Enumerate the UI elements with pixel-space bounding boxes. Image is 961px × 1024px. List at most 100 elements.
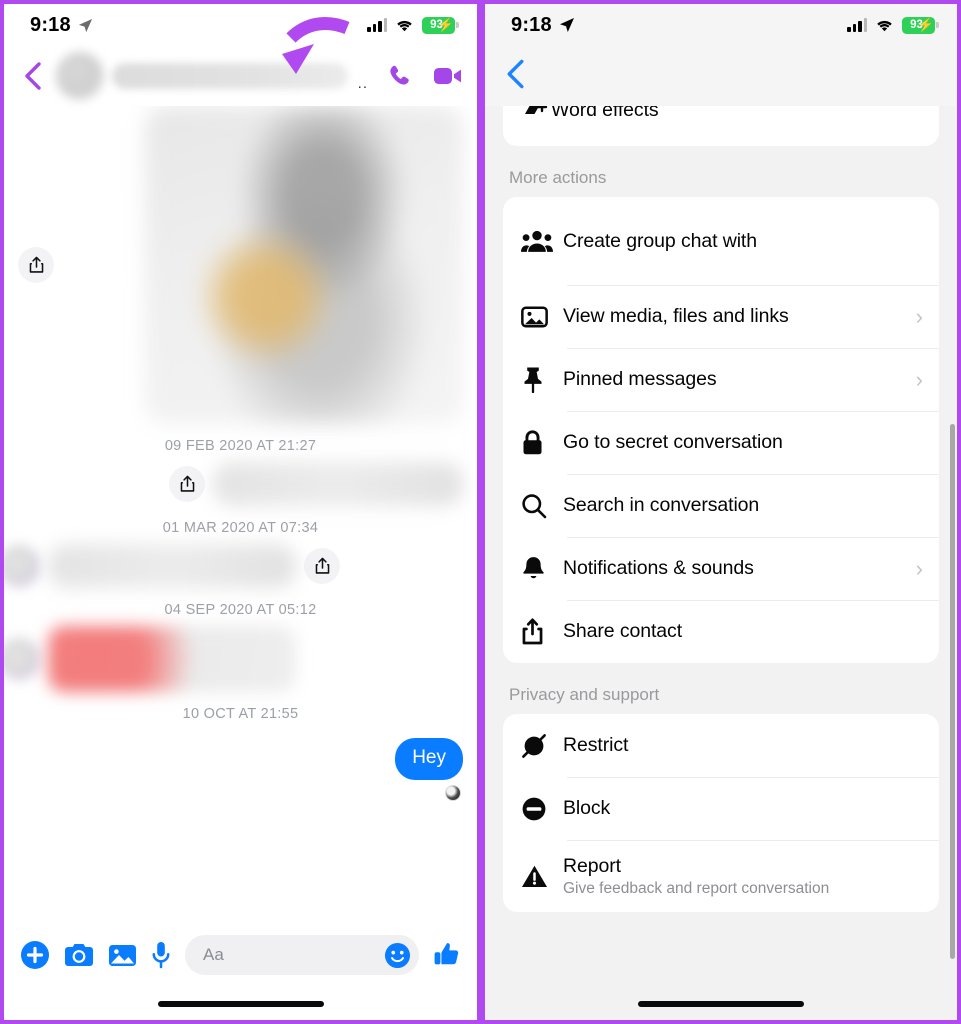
left-status-bar: 9:18 93 ⚡ [4, 4, 477, 46]
message-input-placeholder: Aa [203, 945, 224, 964]
section-label-more-actions: More actions [509, 168, 607, 187]
block-circle-icon [521, 796, 563, 822]
microphone-icon[interactable] [151, 941, 171, 969]
menu-item-label: Search in conversation [563, 494, 760, 516]
back-button[interactable] [505, 58, 526, 95]
chevron-right-icon: › [915, 366, 923, 392]
wifi-icon [397, 20, 412, 31]
menu-item-label: View media, files and links [563, 305, 789, 327]
charging-bolt-icon: ⚡ [917, 17, 934, 32]
battery-indicator: 93 ⚡ [902, 16, 939, 34]
outgoing-message-bubble[interactable]: Hey [395, 738, 463, 780]
share-message-button[interactable] [18, 247, 54, 283]
menu-item-block[interactable]: Block [503, 777, 939, 840]
section-label-privacy-support: Privacy and support [509, 685, 660, 704]
message-input[interactable]: Aa [185, 935, 419, 975]
message-thread[interactable]: 09 FEB 2020 AT 21:27 01 MAR 2020 AT 07:3… [4, 106, 477, 1020]
outgoing-message-group: Hey [18, 738, 463, 801]
menu-item-subtitle: Give feedback and report conversation [563, 879, 830, 897]
vertical-scrollbar[interactable] [950, 424, 955, 959]
cellular-signal-icon [847, 17, 867, 32]
camera-icon[interactable] [64, 942, 94, 968]
menu-item-label: Go to secret conversation [563, 431, 783, 453]
menu-item-view-media[interactable]: View media, files and links › [503, 285, 939, 348]
back-button[interactable] [20, 61, 46, 91]
home-indicator [638, 1001, 804, 1007]
cellular-signal-icon [367, 17, 387, 32]
status-time-group: 9:18 [511, 14, 575, 37]
menu-item-word-effects[interactable]: Word effects [503, 106, 939, 140]
thumbs-up-icon[interactable] [433, 941, 461, 969]
menu-item-secret-conversation[interactable]: Go to secret conversation [503, 411, 939, 474]
location-arrow-icon [78, 18, 92, 32]
menu-item-label: Report [563, 854, 621, 877]
wifi-icon [877, 20, 892, 31]
bell-icon [521, 555, 563, 582]
message-timestamp: 09 FEB 2020 AT 21:27 [164, 438, 317, 454]
menu-item-label: Create group chat with [563, 229, 757, 252]
phone-icon[interactable] [386, 63, 413, 90]
seen-by-avatar [445, 785, 461, 801]
location-arrow-icon [559, 18, 574, 32]
lock-icon [521, 429, 563, 456]
image-icon [521, 305, 563, 329]
plus-circle-icon[interactable] [20, 940, 50, 970]
message-row[interactable] [4, 626, 463, 692]
contact-name-redacted[interactable] [112, 63, 348, 89]
menu-item-notifications-sounds[interactable]: Notifications & sounds › [503, 537, 939, 600]
message-bubble-blurred[interactable] [213, 462, 463, 506]
chevron-left-icon [25, 62, 41, 90]
menu-item-label: Pinned messages [563, 368, 717, 390]
home-indicator [157, 1001, 324, 1007]
share-up-icon [29, 256, 43, 273]
sender-avatar [4, 545, 40, 587]
menu-item-report[interactable]: Report Give feedback and report conversa… [503, 840, 939, 912]
message-row[interactable] [4, 544, 463, 588]
chevron-right-icon: › [915, 555, 923, 581]
status-indicators: 93 ⚡ [847, 16, 939, 34]
contact-avatar[interactable] [56, 52, 104, 100]
menu-item-create-group-chat[interactable]: Create group chat with [503, 197, 939, 285]
menu-item-search-conversation[interactable]: Search in conversation [503, 474, 939, 537]
row-divider [567, 600, 939, 601]
message-row[interactable] [18, 106, 463, 424]
row-divider [567, 537, 939, 538]
conversation-header: .. [4, 46, 477, 106]
row-divider [567, 474, 939, 475]
share-message-button[interactable] [304, 548, 340, 584]
menu-item-text: Create group chat with [563, 230, 923, 253]
menu-item-restrict[interactable]: Restrict [503, 714, 939, 777]
warning-triangle-icon [521, 864, 563, 889]
name-trailing-dots: .. [357, 75, 368, 92]
menu-item-pinned-messages[interactable]: Pinned messages › [503, 348, 939, 411]
word-effects-icon [521, 106, 551, 126]
message-bubble-blurred[interactable] [48, 544, 296, 588]
menu-item-share-contact[interactable]: Share contact [503, 600, 939, 663]
chevron-left-icon [507, 59, 524, 88]
row-divider [567, 840, 939, 841]
message-bubble-blurred[interactable] [48, 626, 296, 692]
charging-bolt-icon: ⚡ [437, 17, 454, 32]
smiley-icon[interactable] [384, 942, 411, 969]
settings-header [485, 46, 957, 106]
message-composer: Aa [4, 924, 477, 1020]
row-divider [567, 348, 939, 349]
status-indicators: 93 ⚡ [367, 16, 459, 34]
media-attachment-blurred[interactable] [145, 106, 463, 424]
photo-gallery-icon[interactable] [108, 943, 137, 968]
more-actions-card: Create group chat with View media, files… [503, 197, 939, 663]
status-time-group: 9:18 [30, 14, 93, 37]
video-camera-icon[interactable] [433, 64, 463, 88]
menu-item-text: Report Give feedback and report conversa… [563, 855, 923, 898]
share-message-button[interactable] [169, 466, 205, 502]
word-effects-partial-card[interactable]: Word effects [503, 106, 939, 146]
privacy-support-card: Restrict Block Report Give feedback and … [503, 714, 939, 912]
share-up-icon [315, 557, 329, 574]
screenshot-stage: 9:18 93 ⚡ .. 09 FEB 2020 AT 21:27 01 MAR… [0, 0, 961, 1024]
pin-icon [521, 366, 563, 393]
share-up-icon [521, 618, 563, 645]
settings-list[interactable]: Word effects More actions Create group c… [485, 106, 957, 1020]
message-row[interactable] [18, 462, 463, 506]
message-timestamp: 10 OCT AT 21:55 [182, 706, 299, 722]
header-actions [386, 63, 463, 90]
